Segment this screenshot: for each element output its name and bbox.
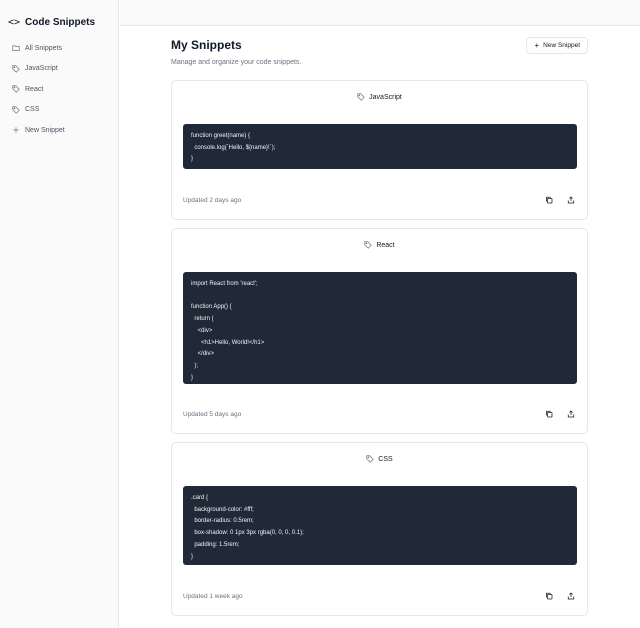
snippet-card-header: JavaScript [172,81,587,113]
snippet-card-header: React [172,229,587,261]
page-title: My Snippets [171,38,242,52]
snippet-card-javascript: JavaScript function greet(name) { consol… [171,80,588,220]
snippet-card-react: React import React from 'react'; functio… [171,228,588,434]
sidebar-item-label: All Snippets [25,44,62,52]
copy-button[interactable] [544,591,554,601]
plus-icon [13,127,19,133]
snippet-actions [544,409,576,419]
tag-icon [12,85,20,93]
share-icon [567,592,575,600]
sidebar-item-css[interactable]: CSS [0,100,118,121]
snippet-language: CSS [378,455,393,463]
folder-icon [12,45,20,52]
new-snippet-button-label: New Snippet [543,42,580,49]
sidebar-item-javascript[interactable]: JavaScript [0,59,118,80]
copy-button[interactable] [544,409,554,419]
sidebar-item-label: React [25,85,44,93]
code-block[interactable]: function greet(name) { console.log(`Hell… [183,124,577,169]
sidebar-nav: All Snippets JavaScript React CSS New Sn… [0,38,118,141]
code-icon: <> [8,16,21,28]
app-title: Code Snippets [25,16,96,28]
snippet-card-header: CSS [172,443,587,475]
tag-icon [364,241,373,249]
snippet-card-css: CSS .card { background-color: #fff; bord… [171,442,588,616]
sidebar-item-label: JavaScript [25,65,58,73]
snippet-actions [544,591,576,601]
share-icon [567,410,575,418]
share-button[interactable] [566,195,576,205]
snippet-language: React [376,241,395,249]
brand[interactable]: <> Code Snippets [0,0,118,30]
updated-timestamp: Updated 5 days ago [183,410,242,418]
plus-icon: + [534,41,540,50]
tag-icon [12,106,20,114]
snippet-card-footer: Updated 1 week ago [183,589,576,603]
tag-icon [357,93,365,101]
sidebar-item-label: New Snippet [25,126,65,134]
sidebar-item-all-snippets[interactable]: All Snippets [0,38,118,59]
new-snippet-button[interactable]: + New Snippet [526,37,588,54]
tag-icon [366,455,375,463]
share-button[interactable] [566,591,576,601]
code-block[interactable]: import React from 'react'; function App(… [183,272,577,384]
share-button[interactable] [566,409,576,419]
sidebar: <> Code Snippets All Snippets JavaScript… [0,0,119,628]
code-block[interactable]: .card { background-color: #fff; border-r… [183,486,577,565]
sidebar-item-label: CSS [25,106,40,114]
tag-icon [12,65,20,73]
snippet-card-footer: Updated 2 days ago [183,193,576,207]
share-icon [567,196,575,204]
copy-button[interactable] [544,195,554,205]
snippet-language: JavaScript [369,93,402,101]
updated-timestamp: Updated 2 days ago [183,196,242,204]
snippet-actions [544,195,576,205]
sidebar-item-react[interactable]: React [0,79,118,100]
top-bar [120,0,640,26]
copy-icon [546,410,553,418]
snippet-card-footer: Updated 5 days ago [183,407,576,421]
updated-timestamp: Updated 1 week ago [183,592,243,600]
page-subtitle: Manage and organize your code snippets. [171,59,302,66]
copy-icon [546,196,553,204]
sidebar-item-new-snippet[interactable]: New Snippet [0,120,118,141]
copy-icon [546,592,553,600]
